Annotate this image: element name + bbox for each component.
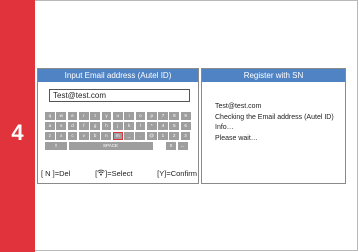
key-asterisk[interactable]: * [146, 122, 157, 130]
key-e[interactable]: e [67, 112, 78, 120]
email-input-field[interactable]: Test@test.com [49, 89, 190, 102]
keyboard-row-4: ⇧ SPACE 0 ← [45, 142, 192, 150]
key-4[interactable]: 4 [158, 122, 168, 130]
step-number: 4 [11, 120, 24, 145]
key-a[interactable]: a [45, 122, 55, 130]
key-k[interactable]: k [124, 122, 134, 130]
key-r[interactable]: r [78, 112, 89, 120]
status-line-wait: Please wait… [215, 134, 258, 142]
email-input-panel: Input Email address (Autel ID) Test@test… [37, 68, 199, 184]
key-8[interactable]: 8 [169, 112, 180, 120]
key-b[interactable]: b [90, 132, 100, 140]
key-3[interactable]: 3 [180, 132, 191, 140]
register-panel: Register with SN Test@test.com Checking … [201, 68, 346, 184]
key-q[interactable]: q [45, 112, 55, 120]
key-2[interactable]: 2 [169, 132, 180, 140]
key-backspace[interactable]: ← [177, 142, 188, 150]
key-v[interactable]: v [78, 132, 89, 140]
wifi-icon [97, 169, 105, 180]
key-y[interactable]: y [101, 112, 112, 120]
key-o[interactable]: o [135, 112, 146, 120]
step-bar: 4 [0, 0, 35, 252]
keyboard-row-3: z x c v b n m _ . @ 1 2 3 [45, 132, 192, 140]
key-x[interactable]: x [56, 132, 67, 140]
key-d[interactable]: d [67, 122, 78, 130]
register-panel-title: Register with SN [202, 69, 345, 82]
key-h[interactable]: h [101, 122, 112, 130]
status-line-info: Info… [215, 124, 234, 131]
key-period[interactable]: . [135, 132, 146, 140]
email-panel-title: Input Email address (Autel ID) [38, 69, 198, 82]
key-m-selected[interactable]: m [112, 132, 123, 140]
key-s[interactable]: s [56, 122, 67, 130]
keyboard-row-1: q w e r t y u i o p 7 8 9 [45, 112, 192, 120]
key-n[interactable]: n [101, 132, 112, 140]
key-5[interactable]: 5 [169, 122, 180, 130]
onscreen-keyboard: q w e r t y u i o p 7 8 9 a s d f g h j … [45, 112, 192, 152]
select-hint: [ ]=Select [95, 169, 132, 180]
status-line-checking: Checking the Email address (Autel ID) [215, 113, 334, 121]
key-underscore[interactable]: _ [124, 132, 134, 140]
key-0[interactable]: 0 [166, 142, 176, 150]
key-g[interactable]: g [90, 122, 101, 130]
key-9[interactable]: 9 [180, 112, 191, 120]
key-u[interactable]: u [112, 112, 123, 120]
key-at[interactable]: @ [146, 132, 157, 140]
key-f[interactable]: f [78, 122, 89, 130]
register-status-text: Test@test.com Checking the Email address… [215, 102, 334, 144]
key-space[interactable]: SPACE [68, 142, 153, 150]
key-1[interactable]: 1 [158, 132, 168, 140]
confirm-hint: [Y]=Confirm [157, 169, 197, 178]
status-line-email: Test@test.com [215, 103, 262, 110]
key-p[interactable]: p [146, 112, 157, 120]
key-6[interactable]: 6 [180, 122, 191, 130]
key-j[interactable]: j [112, 122, 123, 130]
key-7[interactable]: 7 [158, 112, 168, 120]
key-l[interactable]: l [135, 122, 146, 130]
key-hints: [ N ]=Del [ ]=Select [Y]=Confirm [41, 169, 197, 180]
key-c[interactable]: c [67, 132, 78, 140]
keyboard-row-2: a s d f g h j k l * 4 5 6 [45, 122, 192, 130]
key-w[interactable]: w [56, 112, 67, 120]
select-hint-suffix: ]=Select [105, 169, 133, 178]
key-z[interactable]: z [45, 132, 55, 140]
key-t[interactable]: t [90, 112, 101, 120]
del-hint: [ N ]=Del [41, 169, 71, 178]
key-shift[interactable]: ⇧ [45, 142, 67, 150]
key-i[interactable]: i [124, 112, 134, 120]
